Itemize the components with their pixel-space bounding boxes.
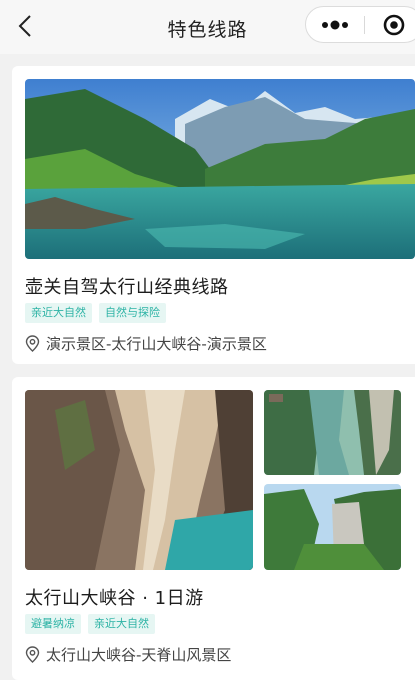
mini-program-capsule bbox=[305, 6, 415, 43]
location-pin-icon bbox=[25, 646, 40, 663]
route-photo-cliffs bbox=[264, 390, 401, 475]
target-close-icon bbox=[383, 14, 405, 36]
nav-bar: 特色线路 bbox=[0, 0, 415, 54]
route-photo-canyon bbox=[25, 390, 253, 570]
more-button[interactable] bbox=[306, 7, 364, 42]
route-photo-gorge bbox=[264, 484, 401, 570]
tag: 避暑纳凉 bbox=[25, 614, 81, 634]
route-location: 演示景区-太行山大峡谷-演示景区 bbox=[25, 333, 267, 354]
tag: 自然与探险 bbox=[99, 303, 166, 323]
tag: 亲近大自然 bbox=[88, 614, 155, 634]
capsule-divider bbox=[364, 16, 365, 34]
more-dots-icon bbox=[322, 20, 348, 30]
route-title: 壶关自驾太行山经典线路 bbox=[25, 277, 229, 298]
location-text: 太行山大峡谷-天脊山风景区 bbox=[46, 646, 232, 664]
route-title: 太行山大峡谷 · 1日游 bbox=[25, 588, 204, 609]
tag: 亲近大自然 bbox=[25, 303, 92, 323]
location-text: 演示景区-太行山大峡谷-演示景区 bbox=[46, 335, 267, 353]
route-tags: 亲近大自然 自然与探险 bbox=[25, 303, 166, 323]
route-card-2[interactable]: 太行山大峡谷 · 1日游 避暑纳凉 亲近大自然 太行山大峡谷-天脊山风景区 bbox=[12, 377, 415, 680]
route-card-1[interactable]: 壶关自驾太行山经典线路 亲近大自然 自然与探险 演示景区-太行山大峡谷-演示景区 bbox=[12, 66, 415, 364]
location-pin-icon bbox=[25, 335, 40, 352]
route-location: 太行山大峡谷-天脊山风景区 bbox=[25, 644, 231, 665]
route-photo-lake bbox=[25, 79, 415, 259]
close-button[interactable] bbox=[366, 7, 415, 42]
route-tags: 避暑纳凉 亲近大自然 bbox=[25, 614, 155, 634]
